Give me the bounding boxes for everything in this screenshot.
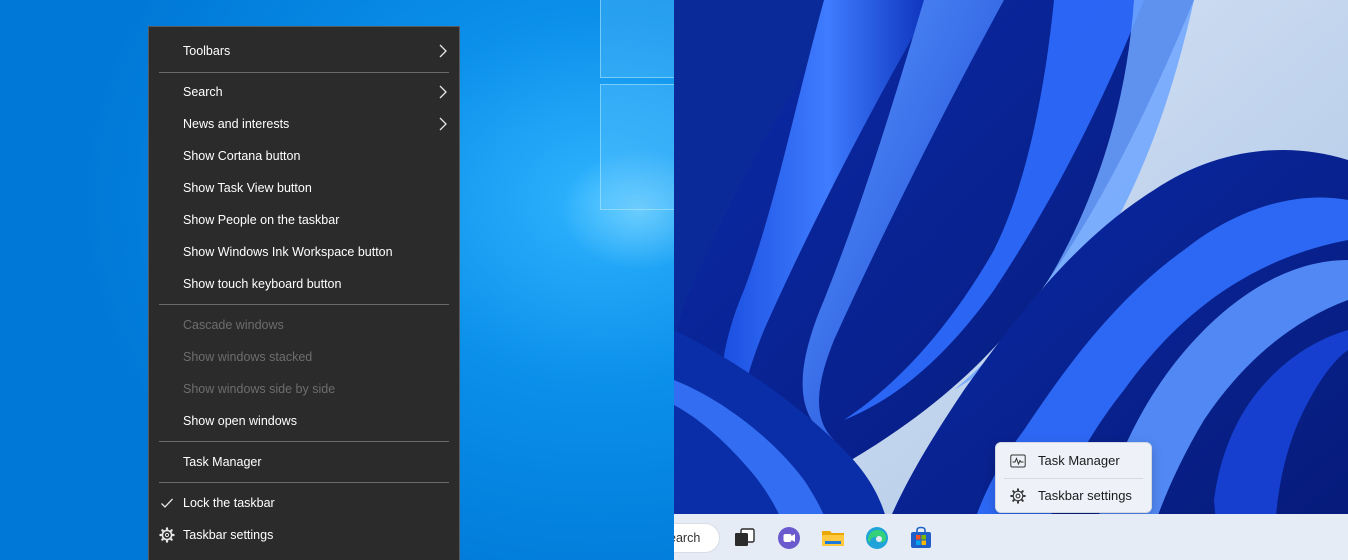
task-view-icon[interactable] xyxy=(732,525,758,551)
menu-item-cascade-windows: Cascade windows xyxy=(149,311,459,339)
menu-separator xyxy=(159,72,449,73)
menu-item-label: Task Manager xyxy=(1038,453,1120,468)
menu-item-news-and-interests[interactable]: News and interests xyxy=(149,110,459,138)
task-manager-icon xyxy=(1010,454,1026,468)
menu-item-label: Show windows side by side xyxy=(183,382,336,396)
store-icon[interactable] xyxy=(908,525,934,551)
menu-item-task-manager[interactable]: Task Manager xyxy=(149,448,459,476)
taskbar-win11: earch xyxy=(674,514,1348,560)
menu-item-label: Show Task View button xyxy=(183,181,312,195)
menu-item-taskbar-settings[interactable]: Taskbar settings xyxy=(996,479,1151,513)
menu-item-label: Taskbar settings xyxy=(183,528,274,542)
menu-item-show-touch-keyboard[interactable]: Show touch keyboard button xyxy=(149,270,459,298)
menu-item-label: Search xyxy=(183,85,223,99)
taskbar-context-menu-win10: Toolbars Search News and interests Show … xyxy=(148,26,460,560)
menu-item-windows-stacked: Show windows stacked xyxy=(149,343,459,371)
menu-item-label: Show touch keyboard button xyxy=(183,277,342,291)
menu-item-lock-taskbar[interactable]: Lock the taskbar xyxy=(149,489,459,517)
file-explorer-icon[interactable] xyxy=(820,525,846,551)
menu-item-label: Cascade windows xyxy=(183,318,284,332)
menu-item-label: Show Windows Ink Workspace button xyxy=(183,245,393,259)
edge-icon[interactable] xyxy=(864,525,890,551)
menu-item-label: Task Manager xyxy=(183,455,262,469)
menu-item-label: Taskbar settings xyxy=(1038,488,1132,503)
menu-item-label: Show People on the taskbar xyxy=(183,213,340,227)
menu-item-show-cortana[interactable]: Show Cortana button xyxy=(149,142,459,170)
teams-chat-icon[interactable] xyxy=(776,525,802,551)
menu-item-show-people[interactable]: Show People on the taskbar xyxy=(149,206,459,234)
windows11-desktop: Task Manager Taskbar settings arch xyxy=(674,0,1348,560)
taskbar-search-box[interactable]: earch xyxy=(674,523,720,553)
gear-icon xyxy=(1010,488,1026,504)
menu-item-windows-side-by-side: Show windows side by side xyxy=(149,375,459,403)
menu-item-toolbars[interactable]: Toolbars xyxy=(149,37,459,65)
menu-separator xyxy=(159,304,449,305)
chevron-right-icon xyxy=(439,44,447,58)
menu-separator xyxy=(159,441,449,442)
menu-separator xyxy=(159,482,449,483)
menu-item-task-manager[interactable]: Task Manager xyxy=(996,444,1151,478)
menu-item-show-open-windows[interactable]: Show open windows xyxy=(149,407,459,435)
chevron-right-icon xyxy=(439,85,447,99)
menu-item-taskbar-settings[interactable]: Taskbar settings xyxy=(149,521,459,549)
menu-item-label: Show windows stacked xyxy=(183,350,313,364)
search-box-text: earch xyxy=(674,531,701,545)
menu-item-label: Show open windows xyxy=(183,414,297,428)
menu-item-label: Lock the taskbar xyxy=(183,496,275,510)
checkmark-icon xyxy=(161,498,173,508)
menu-item-label: News and interests xyxy=(183,117,290,131)
windows10-desktop: Toolbars Search News and interests Show … xyxy=(0,0,674,560)
menu-item-label: Toolbars xyxy=(183,44,231,58)
menu-item-label: Show Cortana button xyxy=(183,149,301,163)
windows-logo-pane-top xyxy=(600,0,674,78)
gear-icon xyxy=(159,527,175,543)
menu-item-search[interactable]: Search xyxy=(149,78,459,106)
chevron-right-icon xyxy=(439,117,447,131)
menu-item-show-task-view[interactable]: Show Task View button xyxy=(149,174,459,202)
windows-logo-pane-bottom xyxy=(600,84,674,210)
menu-item-show-ink-workspace[interactable]: Show Windows Ink Workspace button xyxy=(149,238,459,266)
taskbar-context-menu-win11: Task Manager Taskbar settings xyxy=(995,442,1152,513)
